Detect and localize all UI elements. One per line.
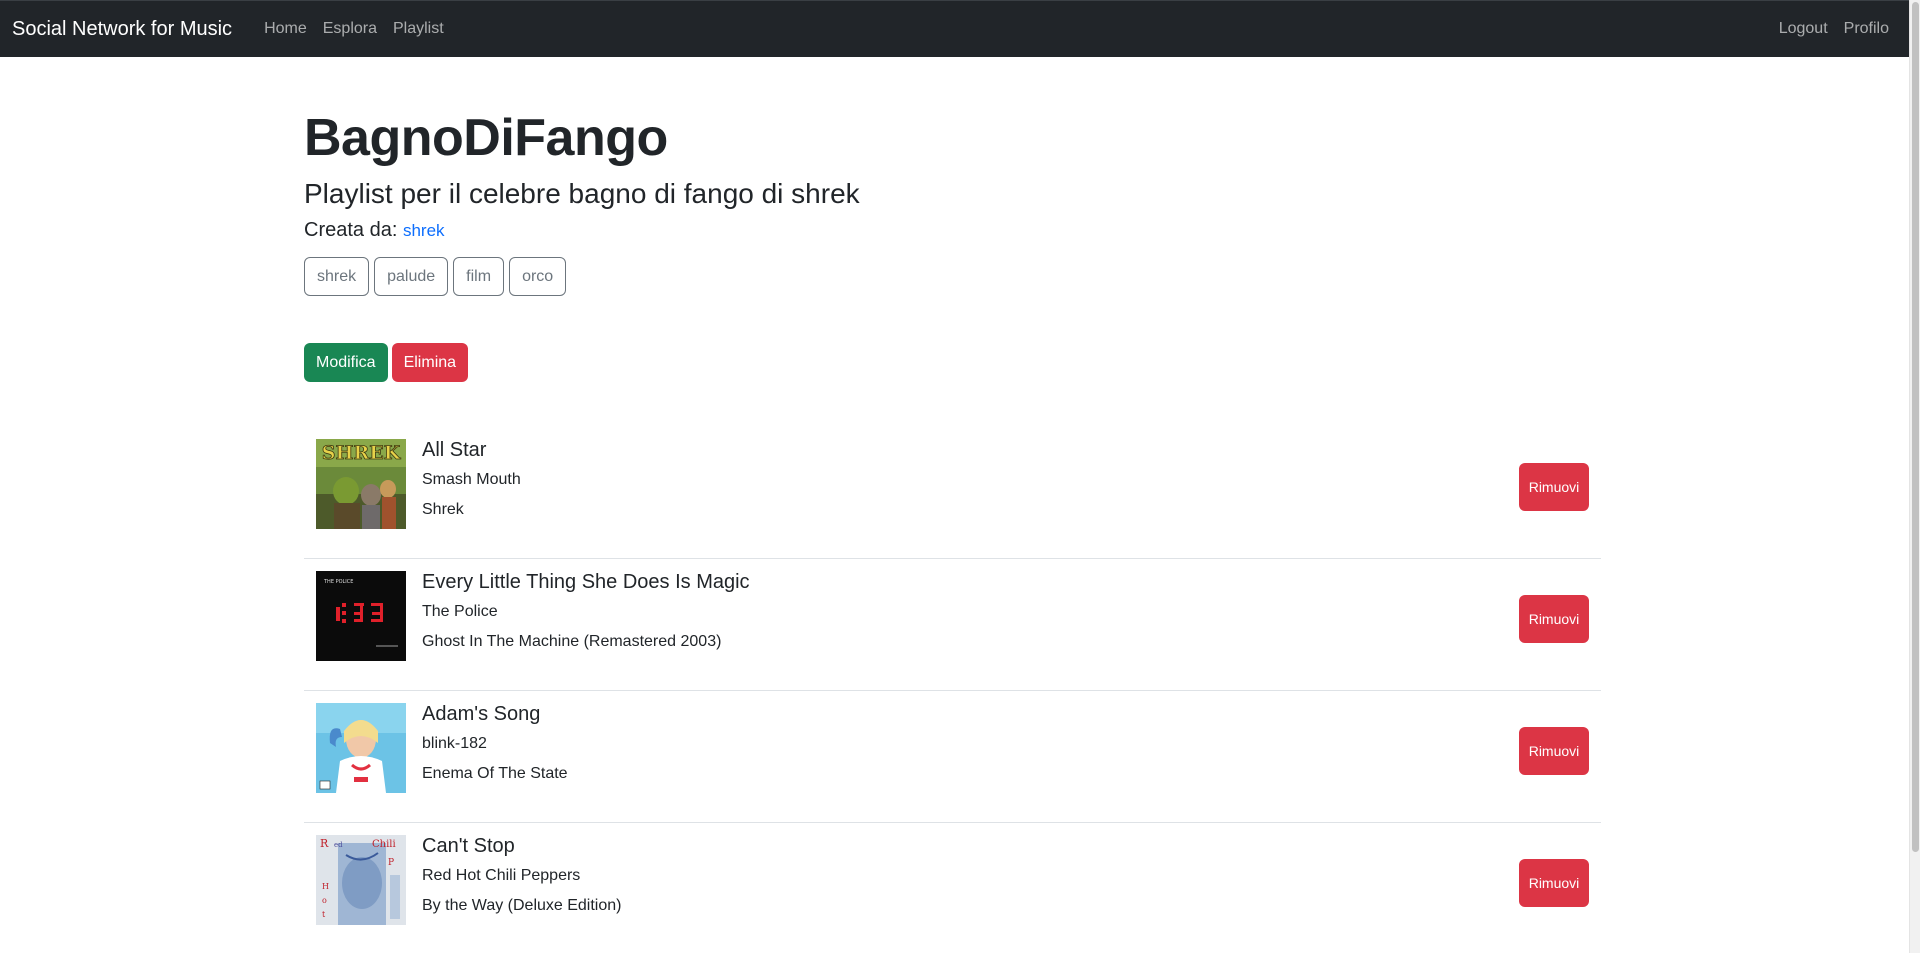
svg-text:H: H [322,882,329,891]
track-row: Adam's Song blink-182 Enema Of The State… [304,691,1601,823]
track-artist: The Police [422,603,498,620]
edit-playlist-button[interactable]: Modifica [304,343,388,382]
album-cover-image [316,703,406,793]
nav-links: Home Esplora Playlist [256,20,452,38]
svg-text:ed: ed [334,841,343,849]
nav-logout-link[interactable]: Logout [1771,20,1836,38]
creator-link[interactable]: shrek [403,221,445,240]
remove-track-button[interactable]: Rimuovi [1519,727,1589,775]
svg-text:o: o [322,896,327,905]
svg-text:P: P [388,858,394,868]
track-info: Adam's Song blink-182 Enema Of The State [422,701,568,785]
track-artist: blink-182 [422,735,487,752]
remove-track-button[interactable]: Rimuovi [1519,463,1589,511]
remove-track-button[interactable]: Rimuovi [1519,595,1589,643]
track-title: Every Little Thing She Does Is Magic [422,571,750,593]
track-artist: Smash Mouth [422,471,521,488]
delete-playlist-button[interactable]: Elimina [391,343,469,382]
track-title: All Star [422,439,487,461]
track-info: Every Little Thing She Does Is Magic The… [422,569,750,653]
track-album: Ghost In The Machine (Remastered 2003) [422,633,722,650]
creator-label: Creata da: [304,219,398,241]
tag-film[interactable]: film [453,257,505,296]
track-album: Enema Of The State [422,765,568,782]
playlist-page: BagnoDiFango Playlist per il celebre bag… [304,57,1602,953]
svg-text:Chili: Chili [372,839,396,850]
track-row: R ed Chili P H o t Can't Stop Red Hot Ch… [304,823,1601,953]
svg-text:R: R [320,837,329,850]
playlist-creator: Creata da: shrek [304,217,1602,244]
track-album: By the Way (Deluxe Edition) [422,897,622,914]
album-cover-image: THE POLICE [316,571,406,661]
track-info: Can't Stop Red Hot Chili Peppers By the … [422,833,621,917]
remove-track-button[interactable]: Rimuovi [1519,859,1589,907]
page-scrollbar[interactable] [1909,0,1920,953]
top-navbar: Social Network for Music Home Esplora Pl… [0,0,1909,57]
track-artist: Red Hot Chili Peppers [422,867,581,884]
album-cover-image: R ed Chili P H o t [316,835,406,925]
tag-palude[interactable]: palude [374,257,449,296]
tag-orco[interactable]: orco [509,257,567,296]
svg-text:SHREK: SHREK [322,442,402,464]
svg-text:THE POLICE: THE POLICE [323,579,353,585]
playlist-description: Playlist per il celebre bagno di fango d… [304,178,860,209]
playlist-title: BagnoDiFango [304,109,668,167]
nav-profilo-link[interactable]: Profilo [1836,20,1897,38]
track-title: Adam's Song [422,703,541,725]
track-row: SHREK All Star Smash Mouth Shrek Rimuovi [304,427,1601,559]
nav-playlist-link[interactable]: Playlist [385,20,452,38]
brand-link[interactable]: Social Network for Music [12,18,232,41]
scrollbar-thumb[interactable] [1912,2,1919,852]
playlist-tags: shrek palude film orco [304,257,1602,296]
track-title: Can't Stop [422,835,515,857]
nav-home-link[interactable]: Home [256,20,315,38]
nav-esplora-link[interactable]: Esplora [315,20,385,38]
track-info: All Star Smash Mouth Shrek [422,437,521,521]
nav-right-links: Logout Profilo [1771,20,1897,38]
track-album: Shrek [422,501,464,518]
track-list: SHREK All Star Smash Mouth Shrek Rimuovi [304,427,1601,953]
album-cover-image: SHREK [316,439,406,529]
playlist-actions: Modifica Elimina [304,343,1602,382]
tag-shrek[interactable]: shrek [304,257,370,296]
track-row: THE POLICE Every Little Thing She Does I… [304,559,1601,691]
